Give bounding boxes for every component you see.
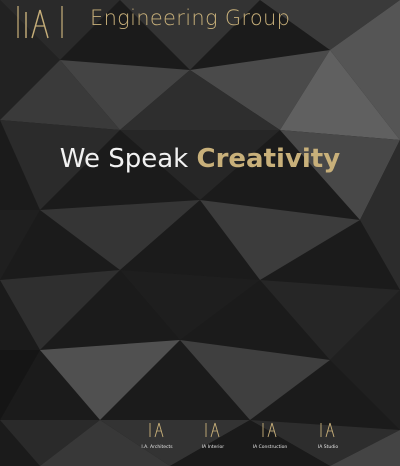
- division-construction[interactable]: IA Construction: [238, 420, 302, 460]
- division-label: IA Construction: [252, 445, 288, 450]
- tagline-bold: Creativity: [196, 144, 341, 174]
- ia-monogram-icon: [149, 422, 164, 438]
- ia-monogram-icon[interactable]: [14, 2, 80, 42]
- landing-page: Engineering Group We Speak Creativity I.…: [0, 0, 400, 466]
- division-label: IA Interior: [201, 445, 225, 450]
- ia-monogram-icon: [320, 422, 335, 438]
- tagline-light: We Speak: [59, 144, 189, 174]
- low-poly-background: [0, 0, 400, 466]
- division-studio[interactable]: IA Studio: [296, 420, 360, 460]
- site-header: Engineering Group: [0, 0, 400, 44]
- ia-monogram-icon: [205, 422, 220, 438]
- division-label: IA Studio: [317, 445, 339, 450]
- division-architects[interactable]: I.A. Architects: [125, 420, 189, 460]
- division-interior[interactable]: IA Interior: [181, 420, 245, 460]
- brand-name: Engineering Group: [90, 6, 291, 30]
- division-label: I.A. Architects: [141, 445, 173, 450]
- ia-monogram-icon: [262, 422, 277, 438]
- division-list: I.A. Architects IA Interior IA Construct…: [125, 420, 395, 460]
- hero-tagline: We Speak Creativity: [0, 144, 400, 174]
